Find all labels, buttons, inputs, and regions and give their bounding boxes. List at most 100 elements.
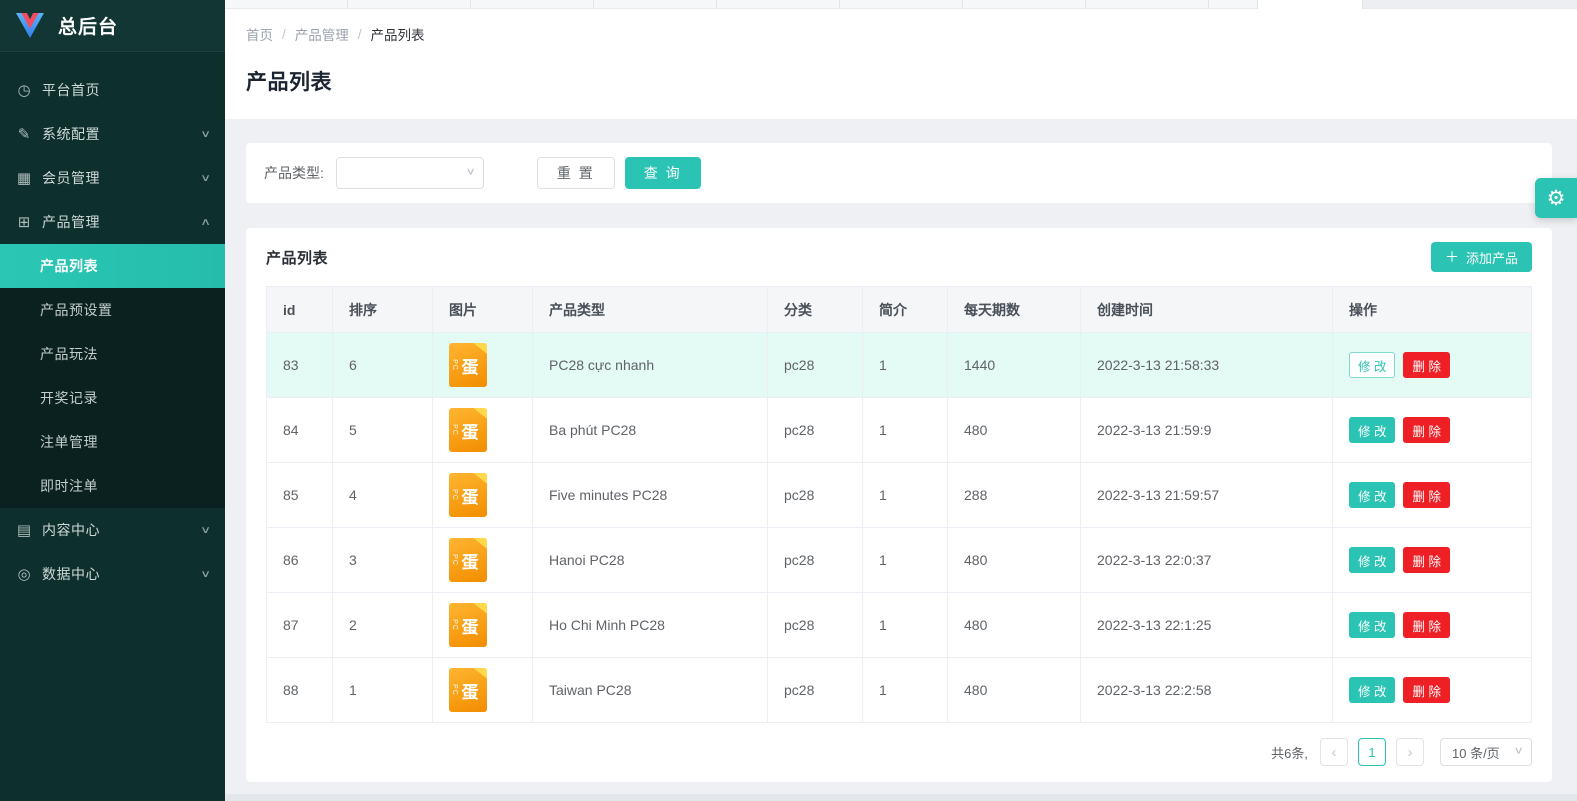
delete-button[interactable]: 删 除: [1403, 352, 1449, 378]
search-button[interactable]: 查 询: [625, 157, 701, 189]
cell-operations: 修 改 删 除: [1333, 398, 1531, 462]
sidebar-item[interactable]: ▦ 会员管理 ∨: [0, 156, 225, 200]
table-row: 87 2 PC 蛋 Ho Chi Minh PC28 pc28 1 480 20…: [267, 593, 1531, 658]
product-image-side-text: PC: [451, 684, 458, 696]
product-image-char: 蛋: [462, 678, 479, 703]
chevron-down-icon: ∨: [200, 569, 211, 580]
cell-category: pc28: [768, 658, 863, 722]
cell-operations: 修 改 删 除: [1333, 593, 1531, 657]
cell-intro: 1: [863, 528, 948, 592]
table-header-row: id排序图片产品类型分类简介每天期数创建时间操作: [267, 287, 1531, 333]
table-header-cell: 简介: [863, 287, 948, 332]
breadcrumb-home[interactable]: 首页: [246, 24, 273, 44]
cell-product-type: Hanoi PC28: [533, 528, 768, 592]
cell-daily-periods: 480: [948, 528, 1081, 592]
plus-icon: ＋: [1445, 247, 1459, 267]
delete-button[interactable]: 删 除: [1403, 677, 1449, 703]
sidebar-item-label: 产品玩法: [40, 344, 209, 364]
edit-button[interactable]: 修 改: [1349, 482, 1395, 508]
pagination-total: 共6条,: [1271, 743, 1308, 762]
data-icon: ◎: [15, 565, 33, 583]
prev-page-button[interactable]: ‹: [1320, 738, 1348, 766]
sidebar-item-label: 开奖记录: [40, 388, 209, 408]
cell-sort: 4: [333, 463, 433, 527]
products-icon: ⊞: [15, 213, 33, 231]
cell-sort: 2: [333, 593, 433, 657]
cell-sort: 6: [333, 333, 433, 397]
sidebar-item[interactable]: 开奖记录: [0, 376, 225, 420]
sidebar-item[interactable]: ◷ 平台首页: [0, 68, 225, 112]
delete-button[interactable]: 删 除: [1403, 417, 1449, 443]
delete-button[interactable]: 删 除: [1403, 612, 1449, 638]
chevron-down-icon: ∨: [465, 167, 475, 178]
table-header-cell: 图片: [433, 287, 533, 332]
sidebar-item[interactable]: 注单管理: [0, 420, 225, 464]
delete-button[interactable]: 删 除: [1403, 547, 1449, 573]
cell-image: PC 蛋: [433, 398, 533, 462]
edit-button[interactable]: 修 改: [1349, 547, 1395, 573]
page-size-select[interactable]: 10 条/页 ∨: [1440, 738, 1532, 766]
cell-product-type: Ho Chi Minh PC28: [533, 593, 768, 657]
sidebar-item[interactable]: 产品玩法: [0, 332, 225, 376]
table-row: 88 1 PC 蛋 Taiwan PC28 pc28 1 480 2022-3-…: [267, 658, 1531, 723]
sidebar-item[interactable]: 产品列表: [0, 244, 225, 288]
product-image-side-text: PC: [451, 619, 458, 631]
cell-sort: 5: [333, 398, 433, 462]
next-page-button[interactable]: ›: [1396, 738, 1424, 766]
edit-button[interactable]: 修 改: [1349, 352, 1395, 378]
chevron-up-icon: ∧: [200, 217, 211, 228]
cell-intro: 1: [863, 463, 948, 527]
edit-button[interactable]: 修 改: [1349, 677, 1395, 703]
edit-button[interactable]: 修 改: [1349, 417, 1395, 443]
cell-category: pc28: [768, 333, 863, 397]
app-title: 总后台: [58, 12, 118, 39]
sidebar-item[interactable]: ▤ 内容中心 ∨: [0, 508, 225, 552]
product-image: PC 蛋: [449, 668, 487, 712]
table-header-cell: id: [267, 287, 333, 332]
page-title: 产品列表: [246, 66, 1577, 96]
sidebar-item[interactable]: 产品预设置: [0, 288, 225, 332]
product-image: PC 蛋: [449, 343, 487, 387]
cell-created-at: 2022-3-13 22:2:58: [1081, 658, 1333, 722]
app-logo-icon: [16, 13, 44, 38]
cell-product-type: Ba phút PC28: [533, 398, 768, 462]
active-tab[interactable]: [1257, 0, 1363, 9]
sidebar-item[interactable]: ⊞ 产品管理 ∧: [0, 200, 225, 244]
product-type-label: 产品类型:: [264, 163, 324, 183]
cell-image: PC 蛋: [433, 528, 533, 592]
product-type-select[interactable]: ∨: [336, 157, 484, 189]
chevron-down-icon: ∨: [200, 525, 211, 536]
cell-created-at: 2022-3-13 22:0:37: [1081, 528, 1333, 592]
sidebar-item[interactable]: 即时注单: [0, 464, 225, 508]
product-image-char: 蛋: [462, 613, 479, 638]
main-content: 首页 / 产品管理 / 产品列表 产品列表 产品类型: ∨ 重 置 查 询 产品…: [225, 0, 1577, 801]
settings-button[interactable]: ⚙: [1535, 178, 1577, 218]
chevron-down-icon: ∨: [1513, 746, 1523, 757]
page-number-button[interactable]: 1: [1358, 738, 1386, 766]
breadcrumb-current: 产品列表: [371, 24, 425, 44]
cell-product-type: Five minutes PC28: [533, 463, 768, 527]
cell-sort: 3: [333, 528, 433, 592]
breadcrumb-product-management[interactable]: 产品管理: [295, 24, 349, 44]
reset-button[interactable]: 重 置: [537, 157, 615, 189]
sidebar-item-label: 系统配置: [42, 124, 202, 144]
bottom-strip: [225, 794, 1577, 801]
product-image-side-text: PC: [451, 554, 458, 566]
cell-operations: 修 改 删 除: [1333, 528, 1531, 592]
table-row: 85 4 PC 蛋 Five minutes PC28 pc28 1 288 2…: [267, 463, 1531, 528]
add-product-button[interactable]: ＋ 添加产品: [1431, 242, 1532, 272]
edit-button[interactable]: 修 改: [1349, 612, 1395, 638]
gear-icon: ⚙: [1547, 186, 1566, 211]
cell-product-type: PC28 cực nhanh: [533, 333, 768, 397]
chevron-down-icon: ∨: [200, 129, 211, 140]
card-title: 产品列表: [266, 242, 328, 268]
product-image: PC 蛋: [449, 603, 487, 647]
product-table: id排序图片产品类型分类简介每天期数创建时间操作 83 6 PC 蛋 PC28 …: [266, 286, 1532, 723]
breadcrumb-separator: /: [282, 27, 286, 42]
cell-sort: 1: [333, 658, 433, 722]
sidebar-item[interactable]: ✎ 系统配置 ∨: [0, 112, 225, 156]
cell-daily-periods: 288: [948, 463, 1081, 527]
table-row: 83 6 PC 蛋 PC28 cực nhanh pc28 1 1440 202…: [267, 333, 1531, 398]
delete-button[interactable]: 删 除: [1403, 482, 1449, 508]
sidebar-item[interactable]: ◎ 数据中心 ∨: [0, 552, 225, 596]
